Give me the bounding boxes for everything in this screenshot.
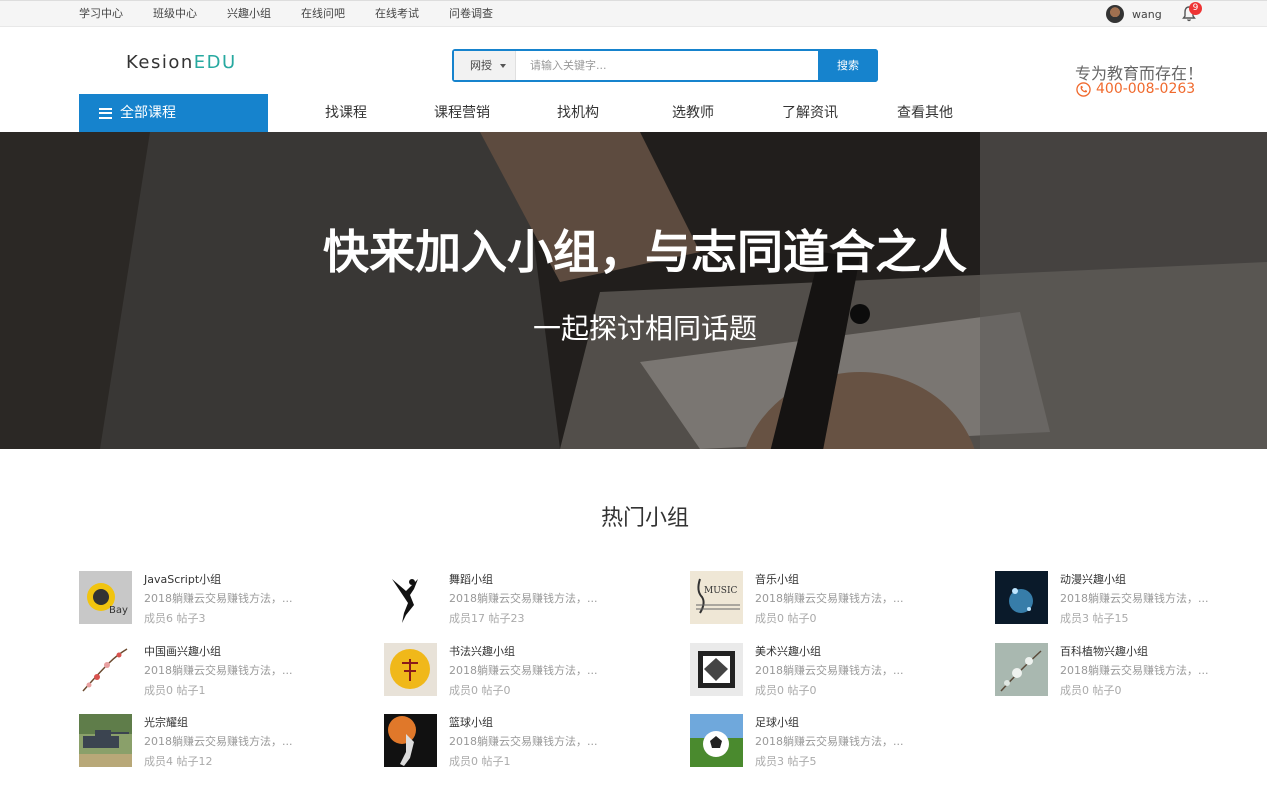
group-desc: 2018躺赚云交易赚钱方法，... xyxy=(144,735,293,748)
top-link-online-exam[interactable]: 在线考试 xyxy=(375,1,419,28)
nav-others[interactable]: 查看其他 xyxy=(897,94,953,132)
group-thumbnail[interactable] xyxy=(690,643,743,696)
group-stats: 成员17 帖子23 xyxy=(449,612,525,625)
top-link-class-center[interactable]: 班级中心 xyxy=(153,1,197,28)
hero-title: 快来加入小组，与志同道合之人 xyxy=(323,225,967,279)
group-name[interactable]: 百科植物兴趣小组 xyxy=(1060,643,1148,659)
group-name[interactable]: 中国画兴趣小组 xyxy=(144,643,221,659)
group-desc: 2018躺赚云交易赚钱方法，... xyxy=(449,735,598,748)
logo-text-kesion: Kesion xyxy=(126,52,194,73)
hero-subtitle: 一起探讨相同话题 xyxy=(532,312,757,345)
group-stats: 成员6 帖子3 xyxy=(144,612,206,625)
group-card[interactable]: 动漫兴趣小组 2018躺赚云交易赚钱方法，... 成员3 帖子15 xyxy=(995,571,1267,625)
group-desc: 2018躺赚云交易赚钱方法，... xyxy=(144,664,293,677)
avatar[interactable] xyxy=(1106,5,1124,23)
top-link-online-qa[interactable]: 在线问吧 xyxy=(301,1,345,28)
group-name[interactable]: 动漫兴趣小组 xyxy=(1060,571,1126,587)
group-card[interactable]: 舞蹈小组 2018躺赚云交易赚钱方法，... 成员17 帖子23 xyxy=(384,571,664,625)
search-scope-select[interactable]: 网授 xyxy=(454,51,516,80)
group-stats: 成员3 帖子15 xyxy=(1060,612,1129,625)
group-card[interactable]: 篮球小组 2018躺赚云交易赚钱方法，... 成员0 帖子1 xyxy=(384,714,664,768)
search-button[interactable]: 搜索 xyxy=(818,49,878,82)
group-stats: 成员4 帖子12 xyxy=(144,755,213,768)
group-thumbnail[interactable]: Bay xyxy=(79,571,132,624)
search-bar: 网授 搜索 xyxy=(452,49,878,82)
group-card[interactable]: 光宗耀组 2018躺赚云交易赚钱方法，... 成员4 帖子12 xyxy=(79,714,359,768)
hero-banner: 快来加入小组，与志同道合之人 一起探讨相同话题 xyxy=(0,132,1267,449)
group-desc: 2018躺赚云交易赚钱方法，... xyxy=(449,592,598,605)
all-courses-label: 全部课程 xyxy=(120,105,176,121)
group-thumbnail[interactable] xyxy=(79,643,132,696)
group-thumbnail[interactable] xyxy=(995,571,1048,624)
group-thumbnail[interactable] xyxy=(384,714,437,767)
nav-find-courses[interactable]: 找课程 xyxy=(325,94,367,132)
hotline-number: 400-008-0263 xyxy=(1096,81,1196,97)
group-card[interactable]: MUSIC 音乐小组 2018躺赚云交易赚钱方法，... 成员0 帖子0 xyxy=(690,571,970,625)
logo-text-edu: EDU xyxy=(193,52,237,73)
group-card[interactable]: 足球小组 2018躺赚云交易赚钱方法，... 成员3 帖子5 xyxy=(690,714,970,768)
group-desc: 2018躺赚云交易赚钱方法，... xyxy=(755,735,904,748)
group-name[interactable]: 足球小组 xyxy=(755,714,799,730)
username[interactable]: wang xyxy=(1132,8,1162,21)
nav-course-marketing[interactable]: 课程营销 xyxy=(434,94,490,132)
group-thumbnail[interactable] xyxy=(995,643,1048,696)
section-title: 热门小组 xyxy=(600,506,689,531)
group-thumbnail[interactable] xyxy=(79,714,132,767)
group-desc: 2018躺赚云交易赚钱方法，... xyxy=(1060,664,1209,677)
nav-news[interactable]: 了解资讯 xyxy=(782,94,838,132)
notification-badge[interactable]: 9 xyxy=(1189,2,1202,15)
search-input[interactable] xyxy=(516,51,818,80)
group-stats: 成员3 帖子5 xyxy=(755,755,817,768)
group-desc: 2018躺赚云交易赚钱方法，... xyxy=(1060,592,1209,605)
hotline: 400-008-0263 xyxy=(1076,81,1195,97)
group-stats: 成员0 帖子0 xyxy=(449,684,511,697)
group-thumbnail[interactable]: MUSIC xyxy=(690,571,743,624)
hero-overlay xyxy=(0,132,1267,449)
group-stats: 成员0 帖子0 xyxy=(755,612,817,625)
group-card[interactable]: 书法兴趣小组 2018躺赚云交易赚钱方法，... 成员0 帖子0 xyxy=(384,643,664,697)
svg-text:Bay: Bay xyxy=(109,605,128,616)
group-desc: 2018躺赚云交易赚钱方法，... xyxy=(755,592,904,605)
group-card[interactable]: Bay JavaScript小组 2018躺赚云交易赚钱方法，... 成员6 帖… xyxy=(79,571,359,625)
group-stats: 成员0 帖子1 xyxy=(144,684,206,697)
group-card[interactable]: 中国画兴趣小组 2018躺赚云交易赚钱方法，... 成员0 帖子1 xyxy=(79,643,359,697)
group-name[interactable]: 光宗耀组 xyxy=(144,714,188,730)
group-name[interactable]: 书法兴趣小组 xyxy=(449,643,515,659)
group-card[interactable]: 百科植物兴趣小组 2018躺赚云交易赚钱方法，... 成员0 帖子0 xyxy=(995,643,1267,697)
search-scope-label: 网授 xyxy=(470,59,492,72)
group-desc: 2018躺赚云交易赚钱方法，... xyxy=(449,664,598,677)
group-name[interactable]: JavaScript小组 xyxy=(144,571,221,587)
group-name[interactable]: 美术兴趣小组 xyxy=(755,643,821,659)
top-link-survey[interactable]: 问卷调查 xyxy=(449,1,493,28)
group-name[interactable]: 音乐小组 xyxy=(755,571,799,587)
menu-icon xyxy=(99,107,112,119)
top-bar: 学习中心 班级中心 兴趣小组 在线问吧 在线考试 问卷调查 wang 9 xyxy=(0,0,1267,27)
group-card[interactable]: 美术兴趣小组 2018躺赚云交易赚钱方法，... 成员0 帖子0 xyxy=(690,643,970,697)
top-link-interest-groups[interactable]: 兴趣小组 xyxy=(227,1,271,28)
group-stats: 成员0 帖子1 xyxy=(449,755,511,768)
site-logo[interactable]: KesionEDU xyxy=(126,52,237,73)
svg-text:MUSIC: MUSIC xyxy=(704,586,738,596)
group-name[interactable]: 舞蹈小组 xyxy=(449,571,493,587)
top-links: 学习中心 班级中心 兴趣小组 在线问吧 在线考试 问卷调查 xyxy=(79,1,523,28)
group-thumbnail[interactable] xyxy=(384,571,437,624)
nav-choose-teachers[interactable]: 选教师 xyxy=(672,94,714,132)
group-desc: 2018躺赚云交易赚钱方法，... xyxy=(144,592,293,605)
nav-find-institutions[interactable]: 找机构 xyxy=(557,94,599,132)
group-name[interactable]: 篮球小组 xyxy=(449,714,493,730)
group-thumbnail[interactable] xyxy=(384,643,437,696)
all-courses-button[interactable]: 全部课程 xyxy=(79,94,268,132)
user-menu[interactable]: wang xyxy=(1106,5,1162,23)
top-link-study-center[interactable]: 学习中心 xyxy=(79,1,123,28)
caret-down-icon xyxy=(500,64,506,68)
group-desc: 2018躺赚云交易赚钱方法，... xyxy=(755,664,904,677)
group-thumbnail[interactable] xyxy=(690,714,743,767)
group-stats: 成员0 帖子0 xyxy=(1060,684,1122,697)
phone-icon xyxy=(1076,81,1091,97)
group-stats: 成员0 帖子0 xyxy=(755,684,817,697)
